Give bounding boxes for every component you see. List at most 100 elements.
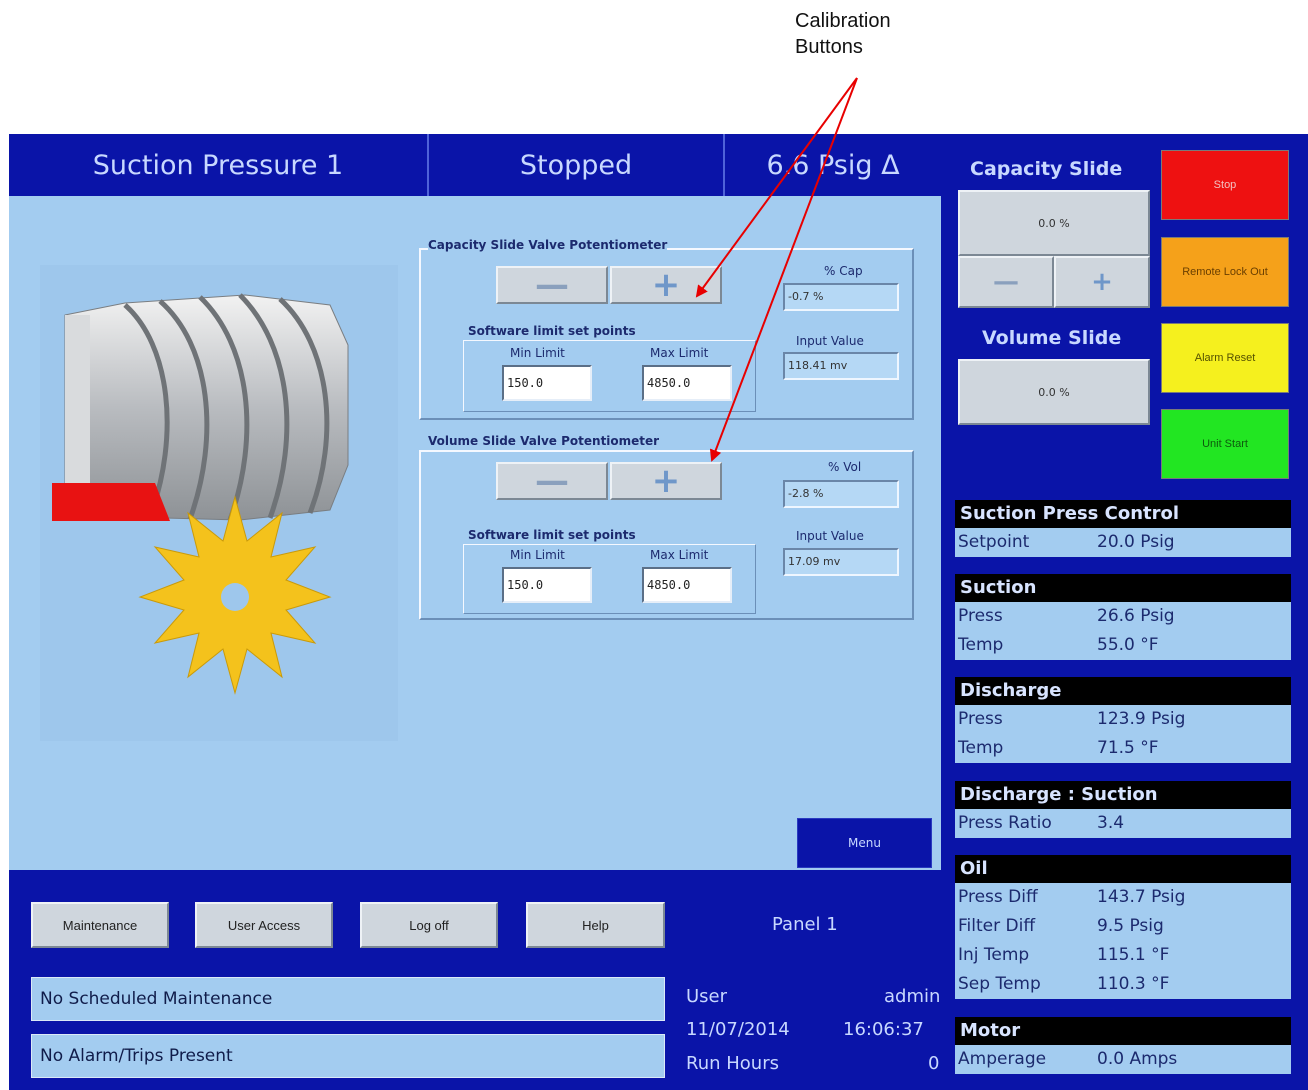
oil-inj-temp-row: Inj Temp 115.1 °F bbox=[955, 941, 1291, 970]
volume-input-label: Input Value bbox=[796, 529, 864, 543]
press-ratio-row: Press Ratio 3.4 bbox=[955, 809, 1291, 838]
amperage-value: 0.0 Amps bbox=[1097, 1049, 1178, 1069]
capacity-max-limit-input[interactable] bbox=[642, 365, 732, 401]
discharge-block: Discharge Press 123.9 Psig Temp 71.5 °F bbox=[955, 677, 1291, 763]
help-button[interactable]: Help bbox=[526, 902, 665, 948]
header-title: Suction Pressure 1 bbox=[92, 149, 344, 181]
capacity-pot-title: Capacity Slide Valve Potentiometer bbox=[428, 238, 668, 252]
volume-slide-title: Volume Slide bbox=[982, 327, 1122, 349]
maintenance-status: No Scheduled Maintenance bbox=[31, 977, 665, 1021]
volume-slide-value: 0.0 % bbox=[958, 359, 1150, 425]
menu-button[interactable]: Menu bbox=[797, 818, 932, 868]
run-hours-value: 0 bbox=[928, 1053, 940, 1074]
user-label: User bbox=[686, 986, 728, 1007]
unit-start-button[interactable]: Unit Start bbox=[1161, 409, 1289, 479]
oil-header: Oil bbox=[955, 855, 1291, 883]
header-bar: Suction Pressure 1 Stopped 6.6 Psig Δ bbox=[9, 134, 941, 196]
oil-filter-diff-row: Filter Diff 9.5 Psig bbox=[955, 912, 1291, 941]
setpoint-row: Setpoint 20.0 Psig bbox=[955, 528, 1291, 557]
suction-control-header: Suction Press Control bbox=[955, 500, 1291, 528]
header-value: 6.6 Psig Δ bbox=[766, 149, 900, 181]
press-ratio-value: 3.4 bbox=[1097, 813, 1125, 833]
oil-sep-temp-row: Sep Temp 110.3 °F bbox=[955, 970, 1291, 999]
capacity-slide-title: Capacity Slide bbox=[970, 158, 1123, 180]
volume-pct-label: % Vol bbox=[828, 460, 862, 474]
volume-max-label: Max Limit bbox=[650, 548, 709, 562]
discharge-press-label: Press bbox=[958, 709, 1003, 729]
motor-header: Motor bbox=[955, 1017, 1291, 1045]
capacity-slide-plus-button[interactable]: + bbox=[1054, 256, 1150, 308]
oil-row-value: 9.5 Psig bbox=[1097, 916, 1164, 936]
discharge-temp-value: 71.5 °F bbox=[1097, 738, 1159, 758]
capacity-limits-title: Software limit set points bbox=[468, 324, 636, 338]
oil-row-label: Press Diff bbox=[958, 887, 1038, 907]
setpoint-label: Setpoint bbox=[958, 532, 1030, 552]
oil-row-value: 110.3 °F bbox=[1097, 974, 1170, 994]
setpoint-value: 20.0 Psig bbox=[1097, 532, 1175, 552]
oil-block: Oil Press Diff 143.7 Psig Filter Diff 9.… bbox=[955, 855, 1291, 999]
suction-block: Suction Press 26.6 Psig Temp 55.0 °F bbox=[955, 574, 1291, 660]
capacity-slide-value: 0.0 % bbox=[958, 190, 1150, 256]
annotation-callout: Calibration Buttons bbox=[795, 8, 955, 60]
motor-block: Motor Amperage 0.0 Amps bbox=[955, 1017, 1291, 1074]
oil-row-label: Inj Temp bbox=[958, 945, 1030, 965]
stop-button[interactable]: Stop bbox=[1161, 150, 1289, 220]
capacity-max-label: Max Limit bbox=[650, 346, 709, 360]
suction-header: Suction bbox=[955, 574, 1291, 602]
callout-line-2: Buttons bbox=[795, 36, 863, 58]
capacity-input-label: Input Value bbox=[796, 334, 864, 348]
oil-row-value: 143.7 Psig bbox=[1097, 887, 1186, 907]
maintenance-button[interactable]: Maintenance bbox=[31, 902, 169, 948]
compressor-rotor-icon bbox=[52, 293, 349, 695]
press-ratio-label: Press Ratio bbox=[958, 813, 1052, 833]
log-off-button[interactable]: Log off bbox=[360, 902, 498, 948]
volume-pot-title: Volume Slide Valve Potentiometer bbox=[428, 434, 660, 448]
suction-temp-label: Temp bbox=[958, 635, 1004, 655]
volume-cal-plus-button[interactable]: + bbox=[610, 461, 722, 501]
suction-press-label: Press bbox=[958, 606, 1003, 626]
ratio-block: Discharge : Suction Press Ratio 3.4 bbox=[955, 781, 1291, 838]
capacity-slide-minus-button[interactable]: — bbox=[958, 256, 1054, 308]
volume-min-limit-input[interactable] bbox=[502, 567, 592, 603]
user-access-button[interactable]: User Access bbox=[195, 902, 333, 948]
discharge-press-row: Press 123.9 Psig bbox=[955, 705, 1291, 734]
capacity-cal-minus-button[interactable]: — bbox=[496, 265, 608, 305]
volume-input-value: 17.09 mv bbox=[783, 548, 899, 576]
current-date: 11/07/2014 bbox=[686, 1019, 790, 1040]
capacity-min-limit-input[interactable] bbox=[502, 365, 592, 401]
discharge-temp-row: Temp 71.5 °F bbox=[955, 734, 1291, 763]
oil-row-label: Filter Diff bbox=[958, 916, 1036, 936]
capacity-pct-value: -0.7 % bbox=[783, 283, 899, 311]
volume-min-label: Min Limit bbox=[510, 548, 565, 562]
amperage-row: Amperage 0.0 Amps bbox=[955, 1045, 1291, 1074]
remote-lock-out-button[interactable]: Remote Lock Out bbox=[1161, 237, 1289, 307]
suction-temp-value: 55.0 °F bbox=[1097, 635, 1159, 655]
current-time: 16:06:37 bbox=[843, 1019, 924, 1040]
volume-limits-title: Software limit set points bbox=[468, 528, 636, 542]
run-hours-label: Run Hours bbox=[686, 1053, 779, 1074]
discharge-temp-label: Temp bbox=[958, 738, 1004, 758]
capacity-input-value: 118.41 mv bbox=[783, 352, 899, 380]
oil-press-diff-row: Press Diff 143.7 Psig bbox=[955, 883, 1291, 912]
alarm-reset-button[interactable]: Alarm Reset bbox=[1161, 323, 1289, 393]
panel-name: Panel 1 bbox=[772, 914, 838, 935]
suction-temp-row: Temp 55.0 °F bbox=[955, 631, 1291, 660]
header-state: Stopped bbox=[519, 149, 633, 181]
amperage-label: Amperage bbox=[958, 1049, 1047, 1069]
ratio-header: Discharge : Suction bbox=[955, 781, 1291, 809]
user-value: admin bbox=[884, 986, 941, 1007]
oil-row-value: 115.1 °F bbox=[1097, 945, 1170, 965]
discharge-header: Discharge bbox=[955, 677, 1291, 705]
discharge-press-value: 123.9 Psig bbox=[1097, 709, 1186, 729]
suction-control-block: Suction Press Control Setpoint 20.0 Psig bbox=[955, 500, 1291, 557]
capacity-min-label: Min Limit bbox=[510, 346, 565, 360]
volume-pct-value: -2.8 % bbox=[783, 480, 899, 508]
volume-cal-minus-button[interactable]: — bbox=[496, 461, 608, 501]
callout-line-1: Calibration bbox=[795, 10, 891, 32]
alarm-status: No Alarm/Trips Present bbox=[31, 1034, 665, 1078]
suction-press-value: 26.6 Psig bbox=[1097, 606, 1175, 626]
suction-press-row: Press 26.6 Psig bbox=[955, 602, 1291, 631]
capacity-pct-label: % Cap bbox=[824, 264, 863, 278]
volume-max-limit-input[interactable] bbox=[642, 567, 732, 603]
capacity-cal-plus-button[interactable]: + bbox=[610, 265, 722, 305]
